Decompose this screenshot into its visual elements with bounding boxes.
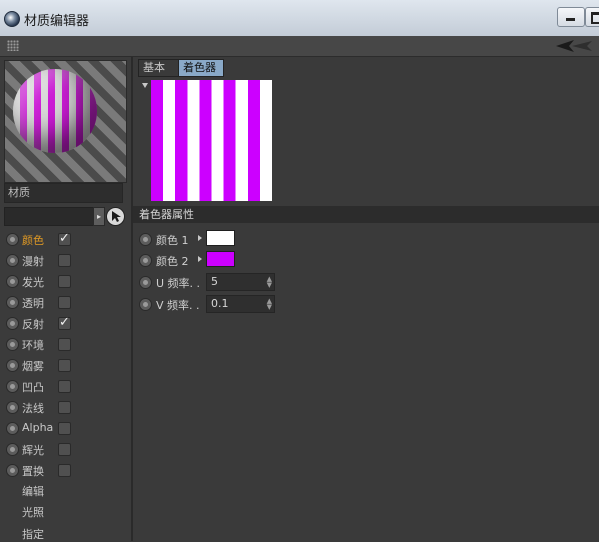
channel-label: 辉光	[22, 444, 44, 457]
color1-swatch[interactable]	[206, 230, 235, 246]
nav-arrow-icon[interactable]	[556, 40, 592, 52]
channel-checkbox[interactable]	[58, 359, 71, 372]
toolbar	[0, 36, 599, 57]
shader-properties-header: 着色器属性	[133, 206, 599, 223]
spinner-icon[interactable]: ▲ ▼	[267, 298, 272, 311]
panel-divider[interactable]	[131, 57, 133, 541]
channel-environment[interactable]: 环境	[0, 334, 131, 355]
tab-shader[interactable]: 着色器	[178, 59, 224, 77]
param-radio[interactable]	[139, 254, 152, 267]
channel-checkbox[interactable]: ✓	[58, 232, 71, 246]
tab-basic[interactable]: 基本	[138, 59, 181, 77]
channel-radio[interactable]	[6, 296, 19, 309]
window-title: 材质编辑器	[24, 14, 90, 29]
channel-label: 发光	[22, 276, 44, 289]
channel-label: Alpha	[22, 421, 54, 434]
channel-label: 凹凸	[22, 381, 44, 394]
material-select[interactable]	[4, 207, 94, 226]
spinner-icon[interactable]: ▲ ▼	[267, 276, 272, 289]
channel-label: 环境	[22, 339, 44, 352]
app-icon	[4, 11, 20, 27]
param-label: 颜色 2	[156, 255, 189, 268]
param-label: 颜色 1	[156, 234, 189, 247]
preview-sphere	[13, 69, 97, 153]
u-frequency-input[interactable]: 5 ▲ ▼	[206, 273, 275, 291]
channel-fog[interactable]: 烟雾	[0, 355, 131, 376]
channel-checkbox[interactable]	[58, 380, 71, 393]
channel-label: 漫射	[22, 255, 44, 268]
pick-cursor-icon[interactable]	[106, 207, 125, 226]
channel-glow[interactable]: 辉光	[0, 439, 131, 460]
mode-illumination[interactable]: 光照	[22, 504, 44, 520]
shader-preview[interactable]	[151, 80, 272, 201]
material-name-field[interactable]: 材质	[4, 183, 123, 203]
param-label: U 频率. .	[156, 277, 201, 290]
channel-diffusion[interactable]: 漫射	[0, 250, 131, 271]
grip-icon[interactable]	[7, 40, 19, 51]
channel-label: 透明	[22, 297, 44, 310]
channel-label: 颜色	[22, 234, 44, 247]
mode-assign[interactable]: 指定	[22, 526, 44, 542]
left-panel: 材质 ▸ 颜色 ✓ 漫射 发光 透明 反射 ✓ 环境 烟雾 凹凸 法线 Alph…	[0, 57, 131, 541]
maximize-button[interactable]	[585, 7, 599, 27]
channel-alpha[interactable]: Alpha	[0, 418, 131, 439]
channel-radio[interactable]	[6, 401, 19, 414]
channel-checkbox[interactable]	[58, 464, 71, 477]
channel-bump[interactable]: 凹凸	[0, 376, 131, 397]
channel-checkbox[interactable]	[58, 422, 71, 435]
channel-radio[interactable]	[6, 359, 19, 372]
expand-arrow-icon[interactable]	[198, 235, 202, 241]
channel-checkbox[interactable]	[58, 254, 71, 267]
channel-radio[interactable]	[6, 443, 19, 456]
channel-checkbox[interactable]	[58, 275, 71, 288]
channel-label: 置换	[22, 465, 44, 478]
material-preview[interactable]	[4, 60, 127, 183]
channel-radio[interactable]	[6, 380, 19, 393]
channel-reflection[interactable]: 反射 ✓	[0, 313, 131, 334]
channel-checkbox[interactable]	[58, 296, 71, 309]
v-frequency-input[interactable]: 0.1 ▲ ▼	[206, 295, 275, 313]
expand-arrow-icon[interactable]	[198, 256, 202, 262]
channel-radio[interactable]	[6, 233, 19, 246]
channel-checkbox[interactable]	[58, 338, 71, 351]
chevron-right-icon[interactable]: ▸	[93, 207, 105, 226]
minimize-icon	[566, 18, 575, 21]
param-radio[interactable]	[139, 298, 152, 311]
channel-radio[interactable]	[6, 254, 19, 267]
title-bar: 材质编辑器	[0, 0, 599, 37]
channel-checkbox[interactable]	[58, 401, 71, 414]
param-radio[interactable]	[139, 276, 152, 289]
channel-radio[interactable]	[6, 317, 19, 330]
minimize-button[interactable]	[557, 7, 585, 27]
channel-color[interactable]: 颜色 ✓	[0, 229, 131, 250]
channel-radio[interactable]	[6, 275, 19, 288]
collapse-triangle-icon[interactable]	[142, 83, 148, 88]
channel-normal[interactable]: 法线	[0, 397, 131, 418]
maximize-icon	[591, 12, 599, 24]
channel-transparency[interactable]: 透明	[0, 292, 131, 313]
u-frequency-value: 5	[211, 275, 218, 288]
channel-radio[interactable]	[6, 422, 19, 435]
channel-checkbox[interactable]: ✓	[58, 316, 71, 330]
v-frequency-value: 0.1	[211, 297, 229, 310]
channel-displacement[interactable]: 置换	[0, 460, 131, 481]
channel-luminance[interactable]: 发光	[0, 271, 131, 292]
param-label: V 频率. .	[156, 299, 200, 312]
channel-label: 反射	[22, 318, 44, 331]
mode-edit[interactable]: 编辑	[22, 483, 44, 499]
param-radio[interactable]	[139, 233, 152, 246]
color2-swatch[interactable]	[206, 251, 235, 267]
channel-label: 烟雾	[22, 360, 44, 373]
channel-radio[interactable]	[6, 464, 19, 477]
channel-radio[interactable]	[6, 338, 19, 351]
channel-label: 法线	[22, 402, 44, 415]
channel-checkbox[interactable]	[58, 443, 71, 456]
